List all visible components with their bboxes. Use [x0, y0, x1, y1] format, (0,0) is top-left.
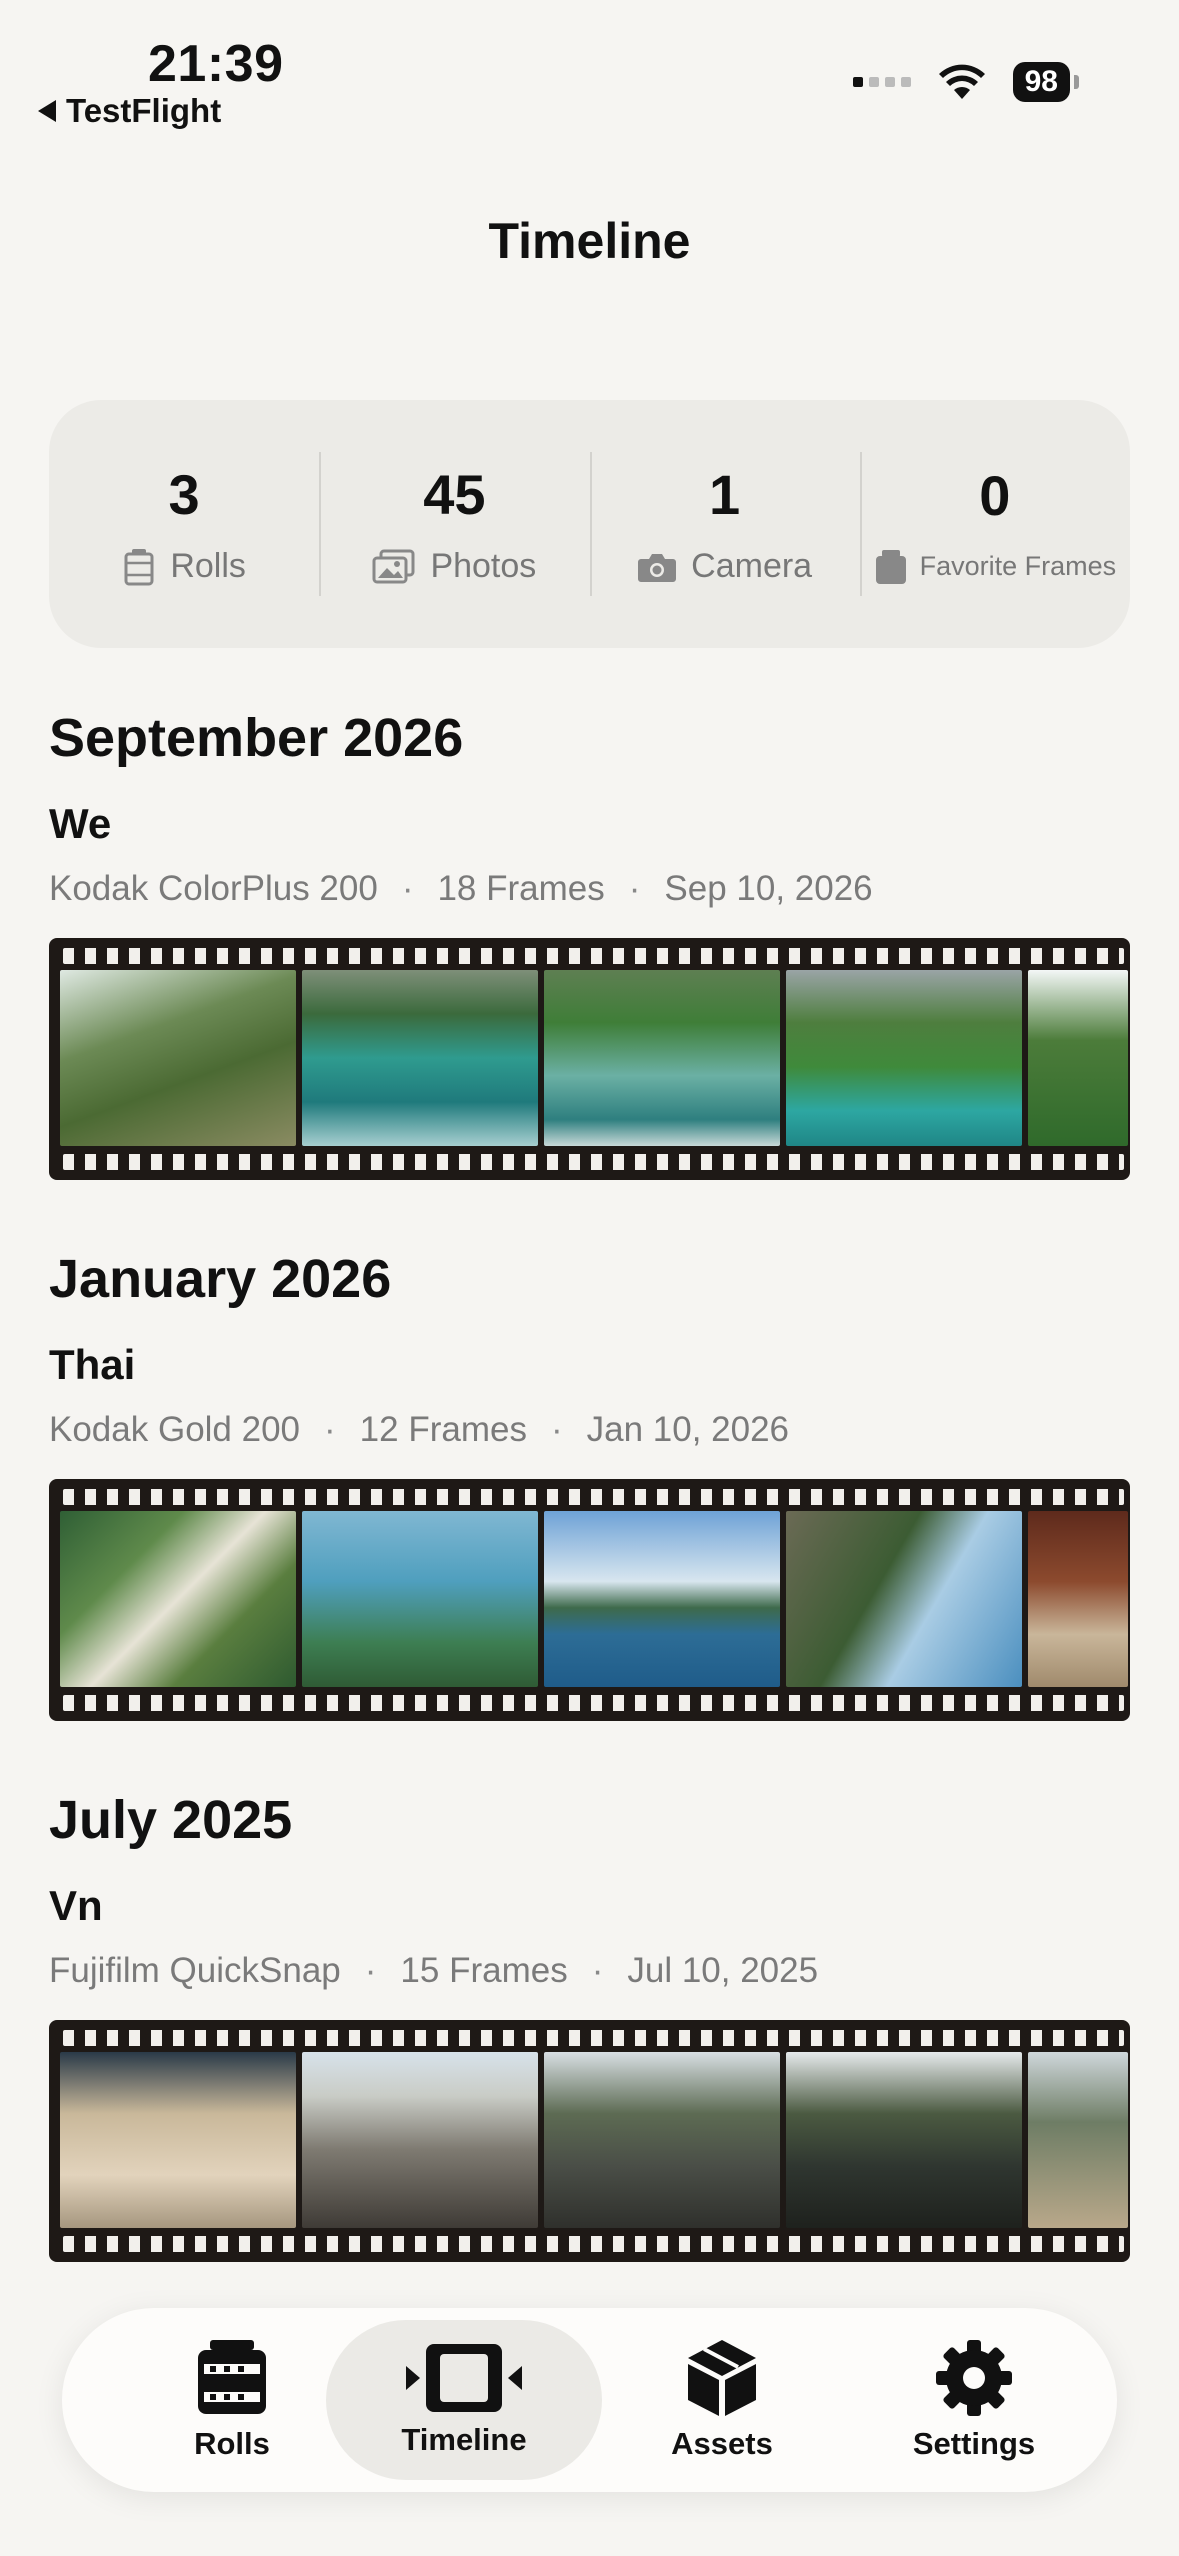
photo-thumbnail[interactable] [302, 970, 538, 1146]
favorite-frames-icon [875, 549, 906, 584]
timeline-section: July 2025 Vn Fujifilm QuickSnap · 15 Fra… [49, 1790, 1130, 2262]
section-month: July 2025 [49, 1790, 293, 1850]
section-month: January 2026 [49, 1249, 392, 1309]
tab-label: Rolls [194, 2426, 270, 2461]
back-to-testflight-link[interactable]: TestFlight [38, 92, 221, 130]
wifi-icon [938, 64, 985, 99]
tab-rolls[interactable]: Rolls [132, 2320, 332, 2480]
roll-name[interactable]: We [49, 800, 1130, 848]
roll-film: Kodak Gold 200 [49, 1410, 301, 1449]
roll-film: Fujifilm QuickSnap [49, 1951, 341, 1990]
photo-thumbnail[interactable] [786, 1511, 1022, 1687]
tab-bar: Rolls Timeline Assets Settings [62, 2308, 1117, 2492]
roll-name[interactable]: Vn [49, 1882, 1130, 1930]
stat-value: 0 [979, 463, 1011, 527]
stat-favorite-frames: 0 Favorite Frames [859, 400, 1130, 648]
stat-photos: 45 Photos [319, 400, 589, 648]
box-icon [688, 2340, 756, 2416]
tab-label: Timeline [401, 2422, 527, 2457]
film-strip[interactable] [49, 938, 1130, 1180]
tab-timeline[interactable]: Timeline [326, 2320, 602, 2480]
roll-date: Sep 10, 2026 [664, 869, 873, 908]
roll-date: Jul 10, 2025 [627, 1951, 819, 1990]
photo-thumbnail[interactable] [544, 1511, 780, 1687]
gear-icon [936, 2340, 1012, 2416]
cellular-signal-icon [852, 77, 911, 87]
tab-label: Settings [912, 2426, 1036, 2461]
back-arrow-icon [38, 100, 56, 122]
tab-assets[interactable]: Assets [622, 2320, 822, 2480]
back-label: TestFlight [66, 92, 222, 129]
roll-frame-count: 18 Frames [437, 869, 605, 908]
page-title: Timeline [488, 213, 691, 269]
stat-label: Camera [691, 547, 813, 585]
camera-icon [638, 553, 677, 582]
stat-value: 1 [709, 463, 741, 526]
stat-label: Rolls [170, 547, 246, 585]
roll-frame-count: 15 Frames [400, 1951, 568, 1990]
tab-label: Assets [671, 2426, 773, 2461]
roll-meta: Kodak Gold 200 · 12 Frames · Jan 10, 202… [49, 1410, 790, 1449]
stat-rolls: 3 Rolls [49, 400, 319, 648]
timeline-section: September 2026 We Kodak ColorPlus 200 · … [49, 708, 1130, 1180]
status-time: 21:39 [148, 35, 284, 93]
photo-thumbnail[interactable] [544, 970, 780, 1146]
photo-thumbnail[interactable] [60, 2052, 296, 2228]
tab-settings[interactable]: Settings [874, 2320, 1074, 2480]
roll-frame-count: 12 Frames [359, 1410, 527, 1449]
stats-card: 3 Rolls 45 Photos 1 Camera 0 Favorite Fr… [49, 400, 1130, 648]
section-month: September 2026 [49, 708, 464, 768]
roll-meta: Fujifilm QuickSnap · 15 Frames · Jul 10,… [49, 1951, 819, 1990]
photo-thumbnail[interactable] [1028, 1511, 1128, 1687]
film-roll-icon [124, 548, 154, 585]
stat-label: Favorite Frames [919, 551, 1117, 581]
photo-thumbnail[interactable] [60, 970, 296, 1146]
photo-thumbnail[interactable] [786, 2052, 1022, 2228]
photo-thumbnail[interactable] [302, 1511, 538, 1687]
stat-label: Photos [430, 547, 537, 585]
roll-name[interactable]: Thai [49, 1341, 1130, 1389]
roll-meta: Kodak ColorPlus 200 · 18 Frames · Sep 10… [49, 869, 873, 908]
photo-thumbnail[interactable] [786, 970, 1022, 1146]
film-strip[interactable] [49, 1479, 1130, 1721]
photos-icon [372, 549, 415, 583]
stat-value: 45 [423, 463, 486, 526]
roll-date: Jan 10, 2026 [586, 1410, 790, 1449]
photo-thumbnail[interactable] [302, 2052, 538, 2228]
timeline-section: January 2026 Thai Kodak Gold 200 · 12 Fr… [49, 1249, 1130, 1721]
photo-thumbnail[interactable] [60, 1511, 296, 1687]
photo-thumbnail[interactable] [1028, 2052, 1128, 2228]
film-roll-icon [198, 2340, 266, 2414]
photo-thumbnail[interactable] [544, 2052, 780, 2228]
battery-level: 98 [1012, 62, 1070, 102]
film-strip[interactable] [49, 2020, 1130, 2262]
stat-value: 3 [168, 463, 200, 526]
roll-film: Kodak ColorPlus 200 [49, 869, 378, 908]
stat-camera: 1 Camera [589, 400, 860, 648]
battery-icon: 98 [1012, 62, 1079, 102]
photo-thumbnail[interactable] [1028, 970, 1128, 1146]
timeline-icon [406, 2344, 522, 2412]
